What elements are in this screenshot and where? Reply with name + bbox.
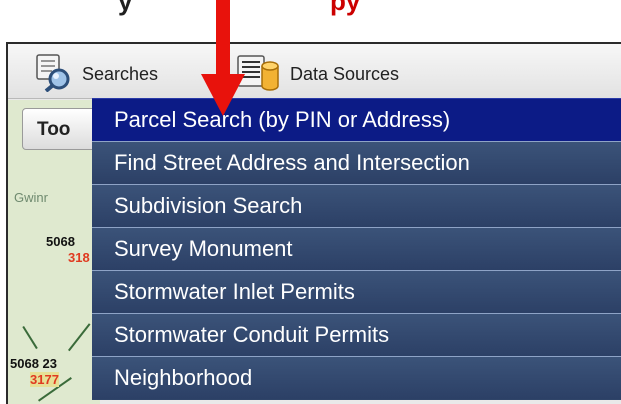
searches-button[interactable]: Searches — [34, 52, 159, 97]
red-arrow-icon — [201, 0, 245, 116]
search-icon — [34, 52, 74, 97]
menu-item-parcel-search[interactable]: Parcel Search (by PIN or Address) — [92, 98, 621, 141]
menu-item-subdivision-search[interactable]: Subdivision Search — [92, 184, 621, 227]
data-sources-label: Data Sources — [290, 63, 400, 84]
map-label: Gwinr — [14, 190, 48, 205]
menu-item-survey-monument[interactable]: Survey Monument — [92, 227, 621, 270]
searches-label: Searches — [82, 63, 159, 84]
menu-item-stormwater-inlet[interactable]: Stormwater Inlet Permits — [92, 270, 621, 313]
instruction-text: y py — [0, 0, 621, 16]
toolbar: Searches Data Sources — [8, 44, 621, 99]
data-sources-button[interactable]: Data Sources — [236, 54, 399, 94]
parcel-sub-number: 3177 — [30, 372, 59, 387]
menu-item-find-street-address[interactable]: Find Street Address and Intersection — [92, 141, 621, 184]
instruction-text-red: py — [330, 0, 361, 16]
map-boundary-line — [68, 323, 91, 352]
parcel-number: 5068 — [46, 234, 75, 249]
tab-tools[interactable]: Too — [22, 108, 102, 150]
map-boundary-line — [22, 326, 38, 350]
parcel-number: 5068 23 — [10, 356, 57, 371]
menu-item-stormwater-conduit[interactable]: Stormwater Conduit Permits — [92, 313, 621, 356]
menu-item-neighborhood[interactable]: Neighborhood — [92, 356, 621, 399]
instruction-text-dark: y — [118, 0, 133, 16]
searches-dropdown-menu: Parcel Search (by PIN or Address) Find S… — [92, 98, 621, 400]
parcel-sub-number: 318 — [68, 250, 90, 265]
map-panel: Too Gwinr 5068 318 5068 23 3177 — [8, 100, 102, 404]
